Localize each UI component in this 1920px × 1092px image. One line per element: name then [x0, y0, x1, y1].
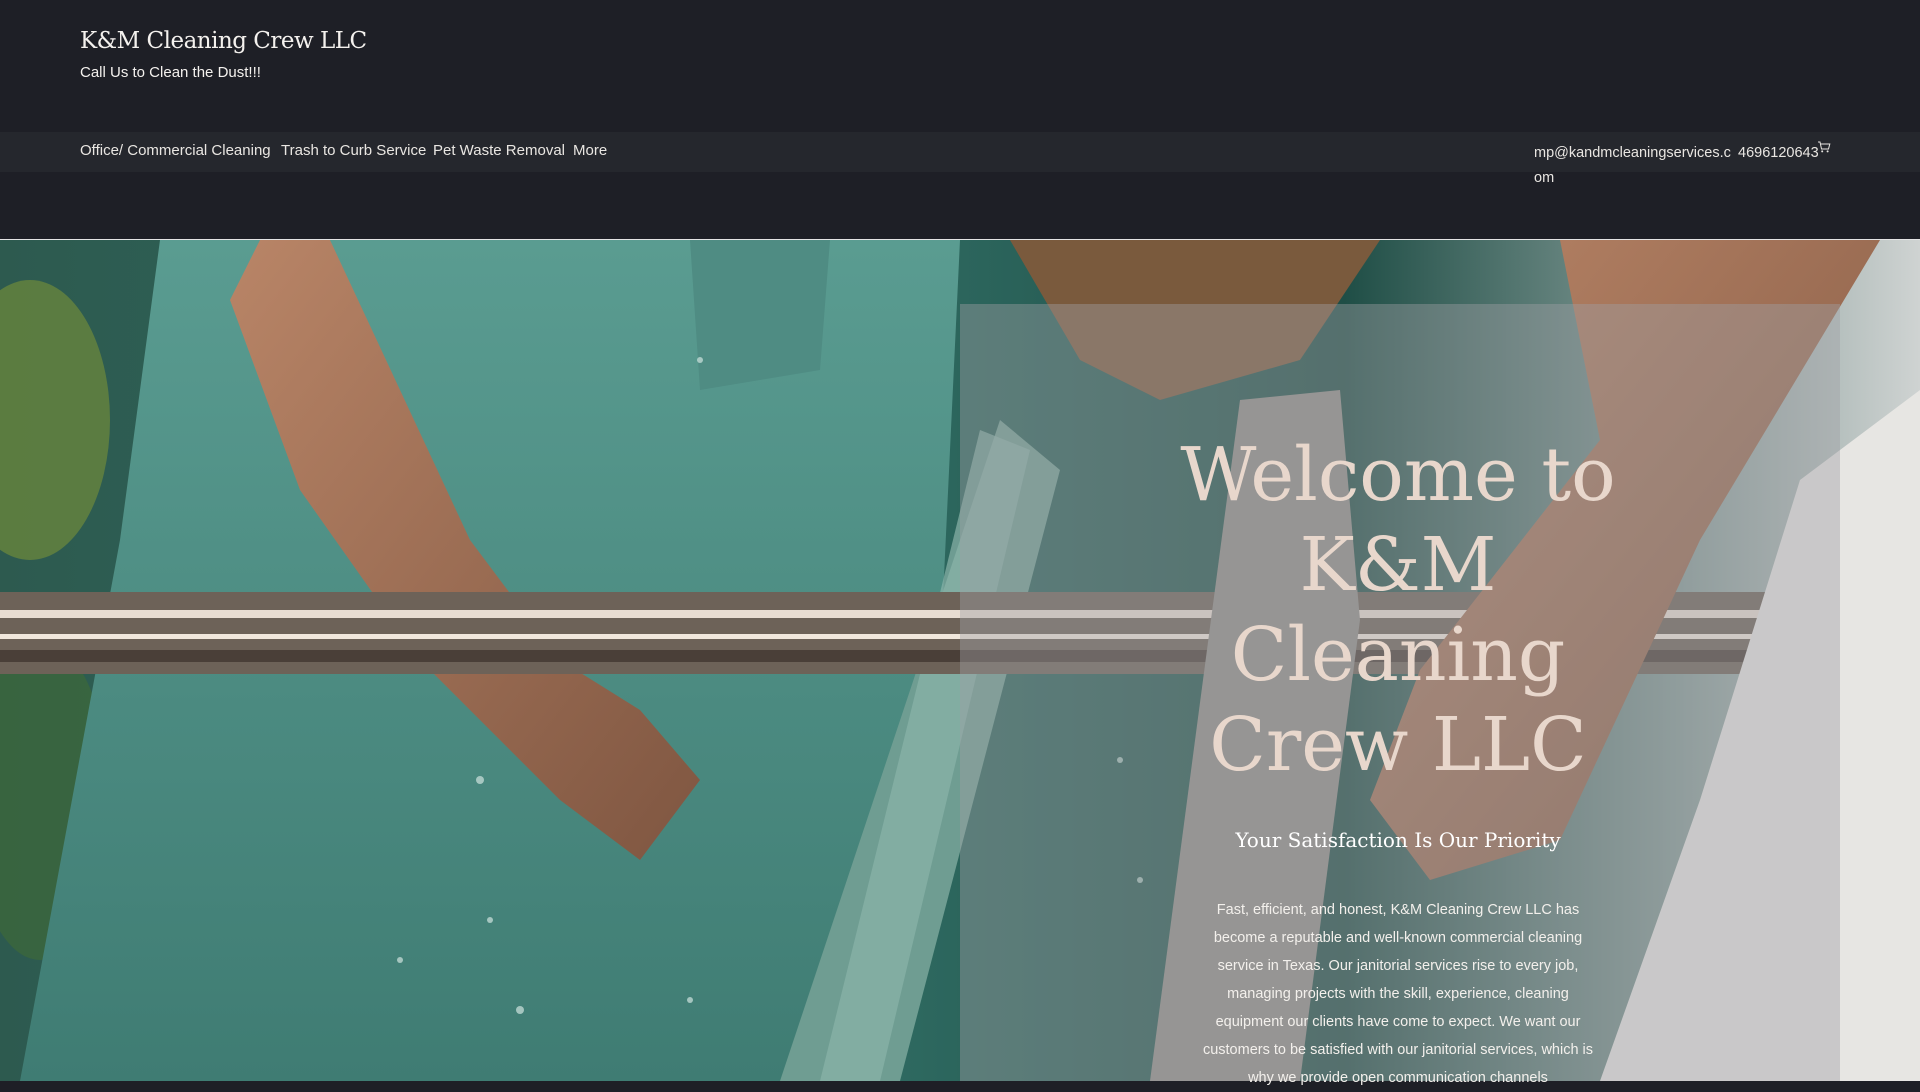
site-title[interactable]: K&M Cleaning Crew LLC — [80, 28, 367, 54]
nav-item-pet-waste-removal[interactable]: Pet Waste Removal — [433, 142, 565, 159]
hero-heading: Welcome to K&M Cleaning Crew LLC — [1180, 432, 1616, 788]
cart-icon[interactable] — [1817, 140, 1831, 154]
nav-item-office-commercial-cleaning[interactable]: Office/ Commercial Cleaning — [80, 142, 271, 159]
site-header: K&M Cleaning Crew LLC Call Us to Clean t… — [0, 0, 1920, 239]
contact-phone[interactable]: 4696120643 — [1738, 141, 1819, 166]
site-tagline: Call Us to Clean the Dust!!! — [80, 64, 261, 81]
contact-email[interactable]: mp@kandmcleaningservices.com — [1534, 141, 1734, 191]
nav-item-more[interactable]: More — [573, 142, 607, 159]
hero-subheading: Your Satisfaction Is Our Priority — [1235, 828, 1561, 852]
nav-item-trash-to-curb[interactable]: Trash to Curb Service — [281, 142, 426, 159]
hero-body-text: Fast, efficient, and honest, K&M Cleanin… — [1202, 902, 1594, 1086]
